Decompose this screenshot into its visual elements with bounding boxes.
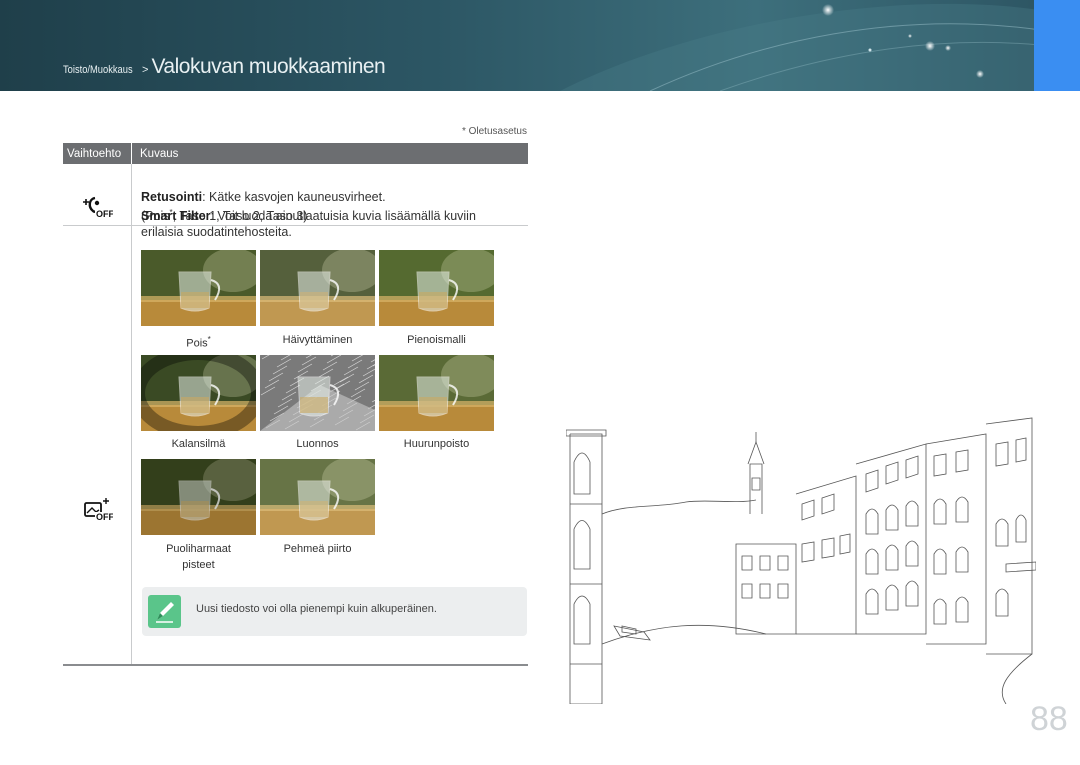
sample-image xyxy=(141,459,256,535)
sample-caption: Puoliharmaat pisteet xyxy=(141,541,256,573)
sample-caption: Huurunpoisto xyxy=(379,436,494,452)
note-pencil-icon xyxy=(148,595,181,628)
column-header-option: Vaihtoehto xyxy=(63,143,132,164)
sample-image xyxy=(379,355,494,431)
breadcrumb-separator: > xyxy=(138,64,152,76)
smart-filter-description: Smart Filter: Voit luoda ainutlaatuisia … xyxy=(141,208,527,240)
column-header-description: Kuvaus xyxy=(140,147,179,160)
sample-caption: Pois* xyxy=(141,332,256,352)
option-text: : Voit luoda ainutlaatuisia kuvia lisääm… xyxy=(210,209,476,223)
retouch-description: Retusointi: Kätke kasvojen kauneusvirhee… xyxy=(141,189,528,205)
breadcrumb-section[interactable]: Toisto/Muokkaus xyxy=(63,64,133,76)
table-header: Vaihtoehto Kuvaus xyxy=(63,143,528,164)
sample-caption: Pienoismalli xyxy=(379,332,494,348)
option-text: : Kätke kasvojen kauneusvirheet. xyxy=(202,190,386,204)
smart-filter-line1: Smart Filter: Voit luoda ainutlaatuisia … xyxy=(141,208,527,224)
sample-caption: Kalansilmä xyxy=(141,436,256,452)
breadcrumb: Toisto/Muokkaus > Valokuvan muokkaaminen xyxy=(63,55,386,79)
svg-text:OFF: OFF xyxy=(96,512,113,522)
default-setting-note: * Oletusasetus xyxy=(461,126,527,137)
sample-image xyxy=(260,355,375,431)
sample-label: Pienoismalli xyxy=(407,334,466,346)
sample-label-line2: pisteet xyxy=(182,559,215,571)
sample-image xyxy=(379,250,494,326)
sample-image xyxy=(141,250,256,326)
option-cell: OFF xyxy=(63,164,132,225)
sample-label: Huurunpoisto xyxy=(403,438,470,450)
sample-label: Häivyttäminen xyxy=(282,334,353,346)
retouch-off-icon: OFF xyxy=(83,196,113,219)
sample-caption: Pehmeä piirto xyxy=(260,541,375,557)
smart-filter-line2: erilaisia suodatintehosteita. xyxy=(141,225,292,239)
sample-image xyxy=(260,250,375,326)
chapter-tab xyxy=(1034,0,1080,91)
option-name: Retusointi xyxy=(141,190,203,204)
sample-caption: Häivyttäminen xyxy=(260,332,375,348)
smart-filter-off-icon: OFF xyxy=(84,498,113,522)
sample-label: Kalansilmä xyxy=(171,438,226,450)
sample-image xyxy=(260,459,375,535)
sample-label: Pehmeä piirto xyxy=(283,543,352,555)
note-text: Uusi tiedosto voi olla pienempi kuin alk… xyxy=(196,603,437,615)
sample-label: Pois xyxy=(186,337,208,350)
page-number: 88 xyxy=(1030,700,1068,738)
sample-label: Luonnos xyxy=(296,438,339,450)
city-illustration xyxy=(566,417,1036,704)
sample-label: Puoliharmaat xyxy=(166,543,231,555)
page-header: Toisto/Muokkaus > Valokuvan muokkaaminen xyxy=(0,0,1080,91)
default-star: * xyxy=(207,335,211,344)
page-title: Valokuvan muokkaaminen xyxy=(151,55,386,78)
sample-caption: Luonnos xyxy=(260,436,375,452)
option-cell: OFF xyxy=(63,226,132,664)
svg-text:OFF: OFF xyxy=(96,209,113,219)
option-name: Smart Filter xyxy=(141,209,211,223)
note-box: Uusi tiedosto voi olla pienempi kuin alk… xyxy=(142,587,527,636)
sample-image xyxy=(141,355,256,431)
